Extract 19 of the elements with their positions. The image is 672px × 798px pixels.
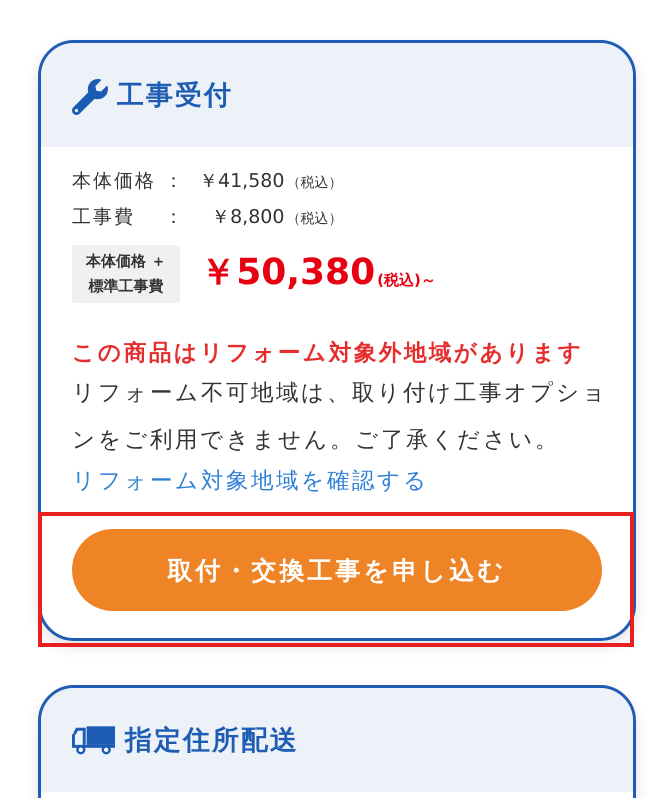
section-title: 工事受付 [117,79,233,113]
total-price: ￥50,380 [200,250,376,294]
price-label: 本体価格 [72,169,156,194]
warning-text: この商品はリフォーム対象外地域があります [72,339,585,368]
truck-icon [72,725,115,755]
tax-note: (税込)～ [377,270,436,290]
notice-text: リフォーム不可地域は、取り付け工事オプションをご利用できません。ご了承ください。 [72,379,609,455]
colon-separator: ： [164,169,183,194]
tax-note: （税込） [286,210,342,229]
price-amount: ￥8,800 [210,205,284,230]
tax-note: （税込） [286,174,342,193]
colon-separator: ： [164,205,183,230]
price-amount: ￥41,580 [198,169,284,194]
section-title: 指定住所配送 [125,724,299,758]
price-label: 工事費 [72,205,136,230]
area-check-link[interactable]: リフォーム対象地域を確認する [72,464,429,498]
total-label: 本体価格 ＋ 標準工事費 [72,245,180,303]
wrench-icon [72,79,108,115]
apply-button[interactable]: 取付・交換工事を申し込む [72,529,602,611]
